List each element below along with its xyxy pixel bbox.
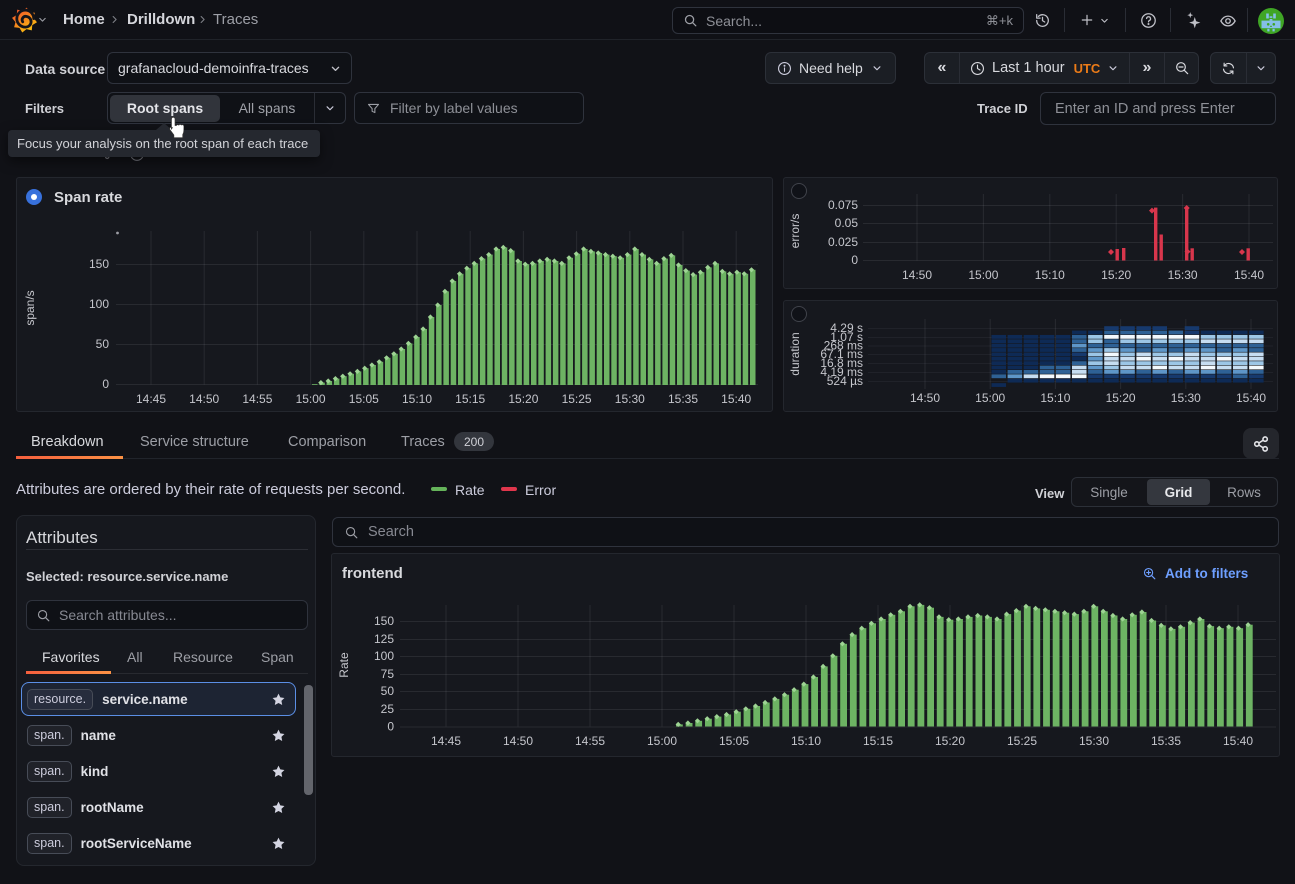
svg-text:14:50: 14:50 bbox=[189, 392, 219, 406]
svg-text:100: 100 bbox=[89, 297, 109, 311]
svg-text:error/s: error/s bbox=[788, 214, 802, 249]
svg-text:15:20: 15:20 bbox=[935, 734, 965, 748]
svg-text:15:35: 15:35 bbox=[1151, 734, 1181, 748]
svg-text:14:50: 14:50 bbox=[503, 734, 533, 748]
svg-text:15:35: 15:35 bbox=[668, 392, 698, 406]
svg-text:50: 50 bbox=[96, 337, 110, 351]
svg-text:15:30: 15:30 bbox=[1079, 734, 1109, 748]
svg-text:15:20: 15:20 bbox=[508, 392, 538, 406]
svg-text:524 µs: 524 µs bbox=[827, 374, 863, 388]
svg-text:15:40: 15:40 bbox=[721, 392, 751, 406]
svg-text:15:00: 15:00 bbox=[975, 391, 1005, 405]
svg-text:125: 125 bbox=[374, 632, 394, 646]
svg-text:15:00: 15:00 bbox=[968, 268, 998, 282]
svg-text:14:55: 14:55 bbox=[242, 392, 272, 406]
svg-text:14:55: 14:55 bbox=[575, 734, 605, 748]
svg-text:14:45: 14:45 bbox=[136, 392, 166, 406]
svg-text:15:15: 15:15 bbox=[863, 734, 893, 748]
svg-text:duration: duration bbox=[788, 332, 802, 375]
svg-text:15:10: 15:10 bbox=[1035, 268, 1065, 282]
svg-text:15:10: 15:10 bbox=[791, 734, 821, 748]
svg-text:15:05: 15:05 bbox=[719, 734, 749, 748]
svg-text:15:00: 15:00 bbox=[647, 734, 677, 748]
svg-text:0: 0 bbox=[851, 253, 858, 267]
svg-text:15:10: 15:10 bbox=[1040, 391, 1070, 405]
svg-text:span/s: span/s bbox=[23, 290, 37, 325]
svg-text:15:10: 15:10 bbox=[402, 392, 432, 406]
svg-text:100: 100 bbox=[374, 649, 394, 663]
svg-text:15:30: 15:30 bbox=[1168, 268, 1198, 282]
svg-text:14:50: 14:50 bbox=[910, 391, 940, 405]
svg-text:15:30: 15:30 bbox=[1171, 391, 1201, 405]
svg-text:14:50: 14:50 bbox=[902, 268, 932, 282]
svg-text:15:20: 15:20 bbox=[1101, 268, 1131, 282]
svg-text:15:15: 15:15 bbox=[455, 392, 485, 406]
svg-text:15:30: 15:30 bbox=[615, 392, 645, 406]
svg-text:0: 0 bbox=[102, 377, 109, 391]
svg-text:15:00: 15:00 bbox=[296, 392, 326, 406]
svg-text:14:45: 14:45 bbox=[431, 734, 461, 748]
svg-text:15:05: 15:05 bbox=[349, 392, 379, 406]
svg-text:15:25: 15:25 bbox=[1007, 734, 1037, 748]
svg-text:15:40: 15:40 bbox=[1234, 268, 1264, 282]
svg-text:25: 25 bbox=[381, 702, 395, 716]
svg-text:50: 50 bbox=[381, 684, 395, 698]
svg-text:Rate: Rate bbox=[337, 652, 351, 678]
svg-text:75: 75 bbox=[381, 667, 395, 681]
svg-text:0.075: 0.075 bbox=[828, 198, 858, 212]
svg-text:150: 150 bbox=[89, 257, 109, 271]
svg-text:0: 0 bbox=[387, 720, 394, 734]
svg-text:0.025: 0.025 bbox=[828, 235, 858, 249]
svg-text:15:25: 15:25 bbox=[562, 392, 592, 406]
svg-text:15:20: 15:20 bbox=[1106, 391, 1136, 405]
svg-text:0.05: 0.05 bbox=[835, 216, 859, 230]
svg-text:150: 150 bbox=[374, 614, 394, 628]
svg-text:15:40: 15:40 bbox=[1223, 734, 1253, 748]
svg-text:15:40: 15:40 bbox=[1236, 391, 1266, 405]
